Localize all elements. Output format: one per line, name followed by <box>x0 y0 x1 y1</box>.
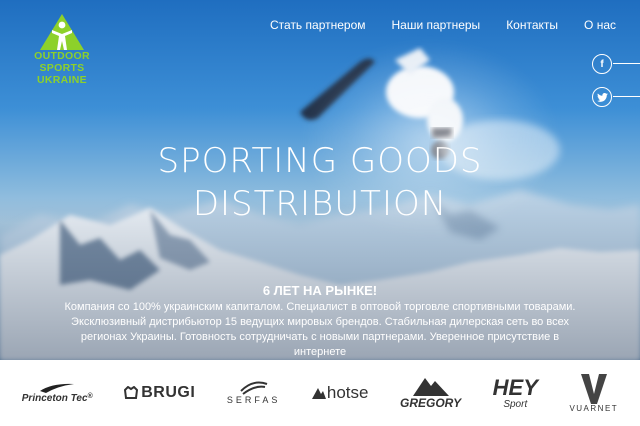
hey-sport-logo[interactable]: HEY Sport <box>492 374 538 410</box>
nav-about[interactable]: О нас <box>584 18 616 32</box>
hotse-name: hotse <box>326 383 369 402</box>
vuarnet-name: VUARNET <box>569 403 619 413</box>
twitter-icon <box>592 87 612 107</box>
facebook-connector-line <box>613 63 640 64</box>
hey-sub: Sport <box>503 398 528 410</box>
headline-line2: DISTRIBUTION <box>192 184 448 224</box>
serfas-logo[interactable]: SERFAS <box>227 381 281 405</box>
serfas-name: SERFAS <box>226 395 281 405</box>
hey-name: HEY <box>492 374 538 400</box>
princeton-tec-logo[interactable]: Princeton Tec® <box>22 383 93 404</box>
gregory-name: GREGORY <box>400 396 462 410</box>
top-navigation: Стать партнером Наши партнеры Контакты О… <box>270 18 616 32</box>
mountain-person-icon <box>40 14 84 50</box>
logo-text-line1: OUTDOOR <box>34 50 90 62</box>
hero-headline: SPORTING GOODS DISTRIBUTION <box>0 140 640 226</box>
hotse-mountain-icon <box>311 388 326 399</box>
logo-text-line2: SPORTS <box>39 62 85 74</box>
years-on-market-heading: 6 ЛЕТ НА РЫНКЕ! <box>262 283 378 298</box>
headline-line1: SPORTING GOODS <box>157 141 483 181</box>
princeton-tec-name: Princeton Tec <box>21 392 88 404</box>
nav-our-partners[interactable]: Наши партнеры <box>392 18 481 32</box>
gregory-mountain-icon <box>412 378 449 396</box>
serfas-swoosh-icon <box>239 381 267 395</box>
twitter-link[interactable] <box>592 87 640 107</box>
vuarnet-v-icon <box>580 373 607 404</box>
nav-contacts[interactable]: Контакты <box>506 18 558 32</box>
princeton-tec-swoosh-icon <box>40 383 75 393</box>
facebook-link[interactable]: f <box>592 54 640 74</box>
logo-text-line3: UKRAINE <box>37 74 87 86</box>
twitter-connector-line <box>613 96 640 97</box>
hero-banner: OUTDOOR SPORTS UKRAINE Стать партнером Н… <box>0 0 640 360</box>
outdoor-sports-ukraine-logo[interactable]: OUTDOOR SPORTS UKRAINE <box>26 14 98 86</box>
brand-logos-strip: Princeton Tec® BRUGI SERFAS hotse GREGOR… <box>0 360 640 426</box>
vuarnet-logo[interactable]: VUARNET <box>569 373 619 413</box>
gregory-logo[interactable]: GREGORY <box>400 376 461 410</box>
nav-become-partner[interactable]: Стать партнером <box>270 18 366 32</box>
princeton-tec-reg: ® <box>87 392 93 400</box>
hotse-logo[interactable]: hotse <box>311 383 369 403</box>
brugi-bear-icon <box>124 386 139 399</box>
company-description: Компания со 100% украинским капиталом. С… <box>64 301 576 358</box>
brugi-name: BRUGI <box>141 384 196 401</box>
brugi-logo[interactable]: BRUGI <box>124 384 195 402</box>
facebook-icon: f <box>592 54 612 74</box>
